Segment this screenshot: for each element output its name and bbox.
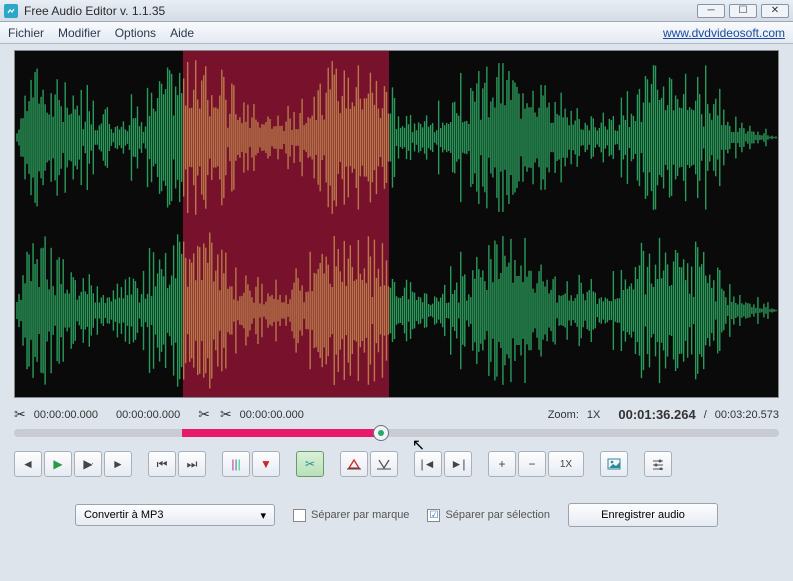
split-by-marker-checkbox[interactable]: Séparer par marque (293, 509, 409, 522)
timeline-handle[interactable] (373, 425, 389, 441)
waveform-channel-right (15, 224, 778, 397)
save-audio-button[interactable]: Enregistrer audio (568, 503, 718, 527)
split-by-selection-checkbox[interactable]: ☑ Séparer par sélection (427, 509, 550, 522)
skip-start-button[interactable]: ⏮ (148, 451, 176, 477)
play-pause-button[interactable]: ▶. (74, 451, 102, 477)
scissors-icon: ✂ (198, 406, 210, 423)
seek-back-button[interactable]: ◄ (14, 451, 42, 477)
trim-in-button[interactable] (370, 451, 398, 477)
scissors-icon: ✂ (220, 406, 232, 423)
cut-button[interactable]: ✂ (296, 451, 324, 477)
image-button[interactable] (600, 451, 628, 477)
trim-out-button[interactable] (340, 451, 368, 477)
selection-start-time: 00:00:00.000 (34, 409, 98, 421)
menu-file[interactable]: Fichier (8, 26, 44, 40)
bottom-bar: Convertir à MP3 ▾ Séparer par marque ☑ S… (14, 503, 779, 527)
chevron-down-icon: ▾ (260, 509, 266, 522)
minimize-button[interactable]: ─ (697, 4, 725, 18)
play-button[interactable]: ▶ (44, 451, 72, 477)
menubar: Fichier Modifier Options Aide www.dvdvid… (0, 22, 793, 44)
timeline-selection (182, 429, 381, 437)
selection-end-time: 00:00:00.000 (116, 409, 180, 421)
app-icon (4, 4, 18, 18)
zoom-in-button[interactable]: + (488, 451, 516, 477)
close-button[interactable]: ✕ (761, 4, 789, 18)
titlebar: Free Audio Editor v. 1.1.35 ─ ☐ ✕ (0, 0, 793, 22)
menu-help[interactable]: Aide (170, 26, 194, 40)
time-separator: / (704, 409, 707, 421)
menu-edit[interactable]: Modifier (58, 26, 101, 40)
markers-button[interactable]: ||| (222, 451, 250, 477)
split-by-selection-label: Séparer par sélection (445, 509, 550, 521)
zoom-value: 1X (587, 409, 600, 421)
format-dropdown-label: Convertir à MP3 (84, 509, 163, 521)
cursor-icon: ↖ (412, 435, 425, 455)
website-link[interactable]: www.dvdvideosoft.com (663, 26, 785, 40)
format-dropdown[interactable]: Convertir à MP3 ▾ (75, 504, 275, 526)
seek-forward-button[interactable]: ► (104, 451, 132, 477)
zoom-label: Zoom: (548, 409, 579, 421)
menu-options[interactable]: Options (115, 26, 156, 40)
scissors-icon: ✂ (14, 406, 26, 423)
cut-time: 00:00:00.000 (240, 409, 304, 421)
playhead-position: 00:01:36.264 (618, 407, 695, 422)
window-title: Free Audio Editor v. 1.1.35 (24, 4, 693, 18)
total-duration: 00:03:20.573 (715, 409, 779, 421)
checkbox-icon: ☑ (427, 509, 440, 522)
zoom-reset-button[interactable]: 1X (548, 451, 584, 477)
checkbox-icon (293, 509, 306, 522)
save-audio-label: Enregistrer audio (601, 509, 685, 521)
zoom-out-button[interactable]: − (518, 451, 546, 477)
skip-end-button[interactable]: ⏭ (178, 451, 206, 477)
maximize-button[interactable]: ☐ (729, 4, 757, 18)
split-by-marker-label: Séparer par marque (311, 509, 409, 521)
info-bar: ✂ 00:00:00.000 00:00:00.000 ✂ ✂ 00:00:00… (14, 406, 779, 423)
toolbar: ◄ ▶ ▶. ► ⏮ ⏭ ||| ▼ ✂ |◄ ►| + − 1X (14, 451, 779, 477)
go-sel-end-button[interactable]: ►| (444, 451, 472, 477)
settings-button[interactable] (644, 451, 672, 477)
waveform-channel-left (15, 51, 778, 224)
timeline-slider[interactable]: ↖ (14, 429, 779, 437)
marker-down-button[interactable]: ▼ (252, 451, 280, 477)
waveform-display[interactable] (14, 50, 779, 398)
